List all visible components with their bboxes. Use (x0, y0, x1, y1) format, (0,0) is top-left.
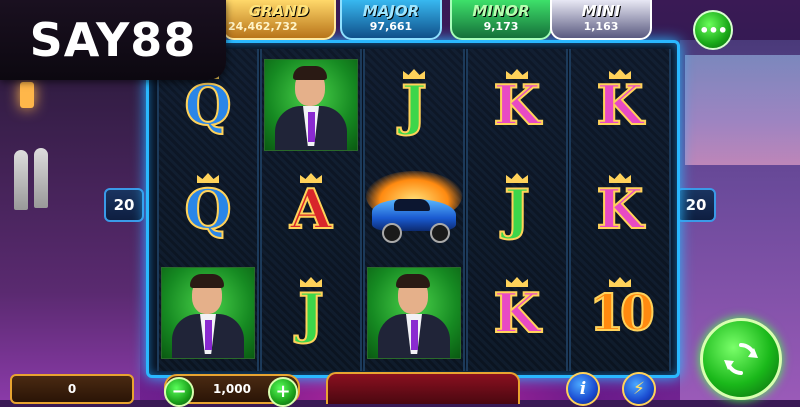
turbo-button[interactable]: ⚡ (622, 372, 656, 406)
refresh-icon (724, 343, 758, 375)
symbol-letter: K (493, 281, 542, 345)
reel-symbol-character (262, 57, 360, 153)
menu-button[interactable]: ••• (693, 10, 733, 50)
win-value: 0 (67, 382, 77, 396)
reel-symbol-j: J (365, 57, 463, 153)
crown-icon (300, 173, 322, 183)
payline-count-left: 20 (104, 188, 144, 222)
menu-icon: ••• (699, 20, 728, 40)
symbol-letter: A (289, 177, 333, 241)
jackpot-grand-title: GRAND (248, 2, 310, 20)
reel-symbol-character (365, 265, 463, 361)
crown-icon (506, 277, 528, 287)
character-portrait-icon (161, 267, 255, 359)
crown-icon (506, 173, 528, 183)
jackpot-major: MAJOR 97,661 (340, 0, 442, 40)
symbol-letter: K (596, 177, 645, 241)
spin-button[interactable] (700, 318, 782, 400)
reel-5: K K 10 (569, 49, 671, 371)
symbol-letter: J (297, 281, 325, 345)
reel-symbol-j: J (262, 265, 360, 361)
reel-symbol-car (365, 161, 463, 257)
crown-icon (609, 277, 631, 287)
symbol-letter: K (493, 73, 542, 137)
symbol-letter: J (503, 177, 531, 241)
reel-symbol-a: A (262, 161, 360, 257)
jackpot-major-value: 97,661 (369, 20, 413, 33)
crown-icon (300, 277, 322, 287)
crown-icon (403, 69, 425, 79)
reel-symbol-k: K (468, 265, 566, 361)
crown-icon (609, 69, 631, 79)
reel-grid: Q Q A J J K J K K K 10 (146, 40, 680, 378)
reel-symbol-k: K (571, 161, 669, 257)
reel-2: AJ (260, 49, 362, 371)
center-control-plate (326, 372, 520, 404)
increase-bet-button[interactable]: + (268, 377, 298, 407)
decrease-bet-button[interactable]: − (164, 377, 194, 407)
symbol-letter: J (400, 73, 428, 137)
crown-icon (506, 69, 528, 79)
jackpot-grand: GRAND 24,462,732 (222, 0, 336, 40)
reel-symbol-10: 10 (571, 265, 669, 361)
info-button[interactable]: i (566, 372, 600, 406)
reel-3: J (363, 49, 465, 371)
reel-symbol-k: K (571, 57, 669, 153)
reel-symbol-q: Q (159, 161, 257, 257)
background-window (685, 55, 800, 165)
jackpot-grand-value: 24,462,732 (228, 20, 298, 33)
plus-icon: + (275, 381, 291, 402)
jackpot-major-title: MAJOR (362, 2, 420, 20)
crown-icon (609, 173, 631, 183)
jackpot-mini-value: 1,163 (583, 20, 619, 33)
reel-1: QQ (157, 49, 259, 371)
symbol-letter: Q (183, 73, 232, 137)
info-icon: i (579, 379, 587, 399)
crown-icon (197, 173, 219, 183)
logo-text: SAY88 (29, 13, 197, 67)
reel-symbol-j: J (468, 161, 566, 257)
sports-car-icon (366, 169, 462, 249)
character-portrait-icon (264, 59, 358, 151)
jackpot-minor-title: MINOR (472, 2, 530, 20)
reel-symbol-character (159, 265, 257, 361)
jackpot-minor-value: 9,173 (483, 20, 519, 33)
symbol-letter: 10 (588, 283, 656, 342)
symbol-letter: K (596, 73, 645, 137)
jackpot-bar: GRAND 24,462,732 MAJOR 97,661 MINOR 9,17… (222, 0, 668, 40)
wall-lamp (20, 82, 34, 108)
bar-stool (34, 148, 48, 208)
symbol-letter: Q (183, 177, 232, 241)
bar-stool (14, 150, 28, 210)
jackpot-mini-title: MINI (581, 2, 621, 20)
minus-icon: − (171, 381, 187, 402)
bet-value: 1,000 (213, 382, 251, 396)
jackpot-minor: MINOR 9,173 (450, 0, 552, 40)
bottom-control-bar: 0 − 1,000 + i ⚡ (0, 370, 800, 407)
brand-logo: SAY88 (0, 0, 226, 80)
lightning-bolt-icon: ⚡ (633, 379, 645, 399)
jackpot-mini: MINI 1,163 (550, 0, 652, 40)
character-portrait-icon (367, 267, 461, 359)
reel-symbol-k: K (468, 57, 566, 153)
reel-4: KJK (466, 49, 568, 371)
payline-count-right: 20 (676, 188, 716, 222)
